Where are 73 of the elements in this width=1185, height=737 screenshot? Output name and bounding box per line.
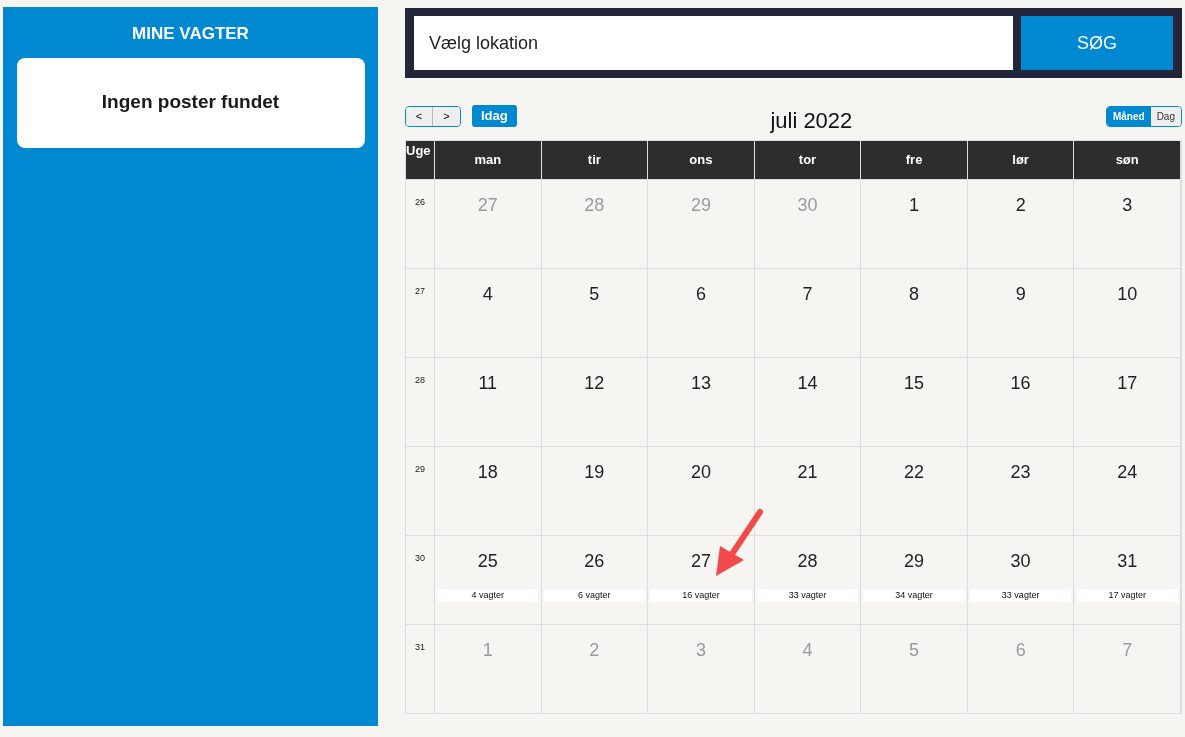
day-number: 1 xyxy=(482,639,493,662)
shift-count[interactable]: 6 vagter xyxy=(543,589,645,602)
today-button[interactable]: Idag xyxy=(472,105,517,127)
day-number: 14 xyxy=(797,372,818,395)
day-number: 27 xyxy=(477,194,498,217)
day-number: 5 xyxy=(909,639,920,662)
day-number: 27 xyxy=(690,550,711,573)
shift-count[interactable]: 33 vagter xyxy=(969,589,1072,602)
shift-count[interactable]: 34 vagter xyxy=(863,589,965,602)
day-header: man xyxy=(435,141,542,179)
day-number: 4 xyxy=(482,283,493,306)
shift-count[interactable]: 4 vagter xyxy=(437,589,539,602)
day-number: 19 xyxy=(584,461,605,484)
day-number: 2 xyxy=(1015,194,1026,217)
day-number: 22 xyxy=(904,461,925,484)
day-number: 13 xyxy=(690,372,711,395)
day-header: lør xyxy=(967,141,1075,179)
day-number: 16 xyxy=(1010,372,1031,395)
day-header: ons xyxy=(648,141,755,179)
week-number: 28 xyxy=(415,374,425,387)
week-header: Uge xyxy=(406,141,435,179)
day-number: 1 xyxy=(909,194,920,217)
day-number: 7 xyxy=(802,283,813,306)
day-number: 30 xyxy=(1010,550,1031,573)
day-number: 20 xyxy=(690,461,711,484)
day-number: 25 xyxy=(477,550,498,573)
day-number: 10 xyxy=(1117,283,1138,306)
day-number: 21 xyxy=(797,461,818,484)
day-number: 18 xyxy=(477,461,498,484)
day-number: 8 xyxy=(909,283,920,306)
day-number: 7 xyxy=(1122,639,1133,662)
day-number: 11 xyxy=(478,372,498,395)
week-number: 26 xyxy=(415,196,425,209)
location-field[interactable]: Vælg lokation xyxy=(414,16,1014,70)
day-number: 12 xyxy=(584,372,605,395)
shift-count[interactable]: 17 vagter xyxy=(1076,589,1178,602)
day-number: 28 xyxy=(797,550,818,573)
day-header: tor xyxy=(754,141,862,179)
day-number: 23 xyxy=(1010,461,1031,484)
week-number: 31 xyxy=(415,641,425,654)
view-tab[interactable]: Måned xyxy=(1106,106,1151,126)
day-number: 4 xyxy=(802,639,813,662)
day-number: 28 xyxy=(584,194,605,217)
sidebar-title: MINE VAGTER xyxy=(132,23,249,45)
search-button[interactable]: SØG xyxy=(1021,16,1173,70)
day-number: 2 xyxy=(589,639,600,662)
day-number: 3 xyxy=(695,639,706,662)
day-number: 26 xyxy=(584,550,605,573)
day-number: 15 xyxy=(904,372,925,395)
day-number: 9 xyxy=(1015,283,1026,306)
day-number: 6 xyxy=(695,283,706,306)
day-header: søn xyxy=(1074,141,1181,179)
day-number: 6 xyxy=(1015,639,1026,662)
day-number: 17 xyxy=(1117,372,1138,395)
shift-count[interactable]: 16 vagter xyxy=(650,589,752,602)
day-number: 29 xyxy=(904,550,925,573)
day-number: 31 xyxy=(1117,550,1138,573)
day-number: 3 xyxy=(1122,194,1133,217)
day-number: 30 xyxy=(797,194,818,217)
day-header: fre xyxy=(861,141,968,179)
day-header: tir xyxy=(541,141,649,179)
week-number: 30 xyxy=(415,552,425,565)
day-number: 24 xyxy=(1117,461,1138,484)
week-number: 29 xyxy=(415,463,425,476)
month-title: juli 2022 xyxy=(769,106,854,135)
next-button[interactable]: > xyxy=(433,106,460,126)
view-tab[interactable]: Dag xyxy=(1150,106,1181,126)
empty-message: Ingen poster fundet xyxy=(16,57,365,148)
day-number: 5 xyxy=(589,283,600,306)
prev-button[interactable]: < xyxy=(406,106,433,126)
week-number: 27 xyxy=(415,285,425,298)
day-number: 29 xyxy=(690,194,711,217)
shift-count[interactable]: 33 vagter xyxy=(756,589,859,602)
